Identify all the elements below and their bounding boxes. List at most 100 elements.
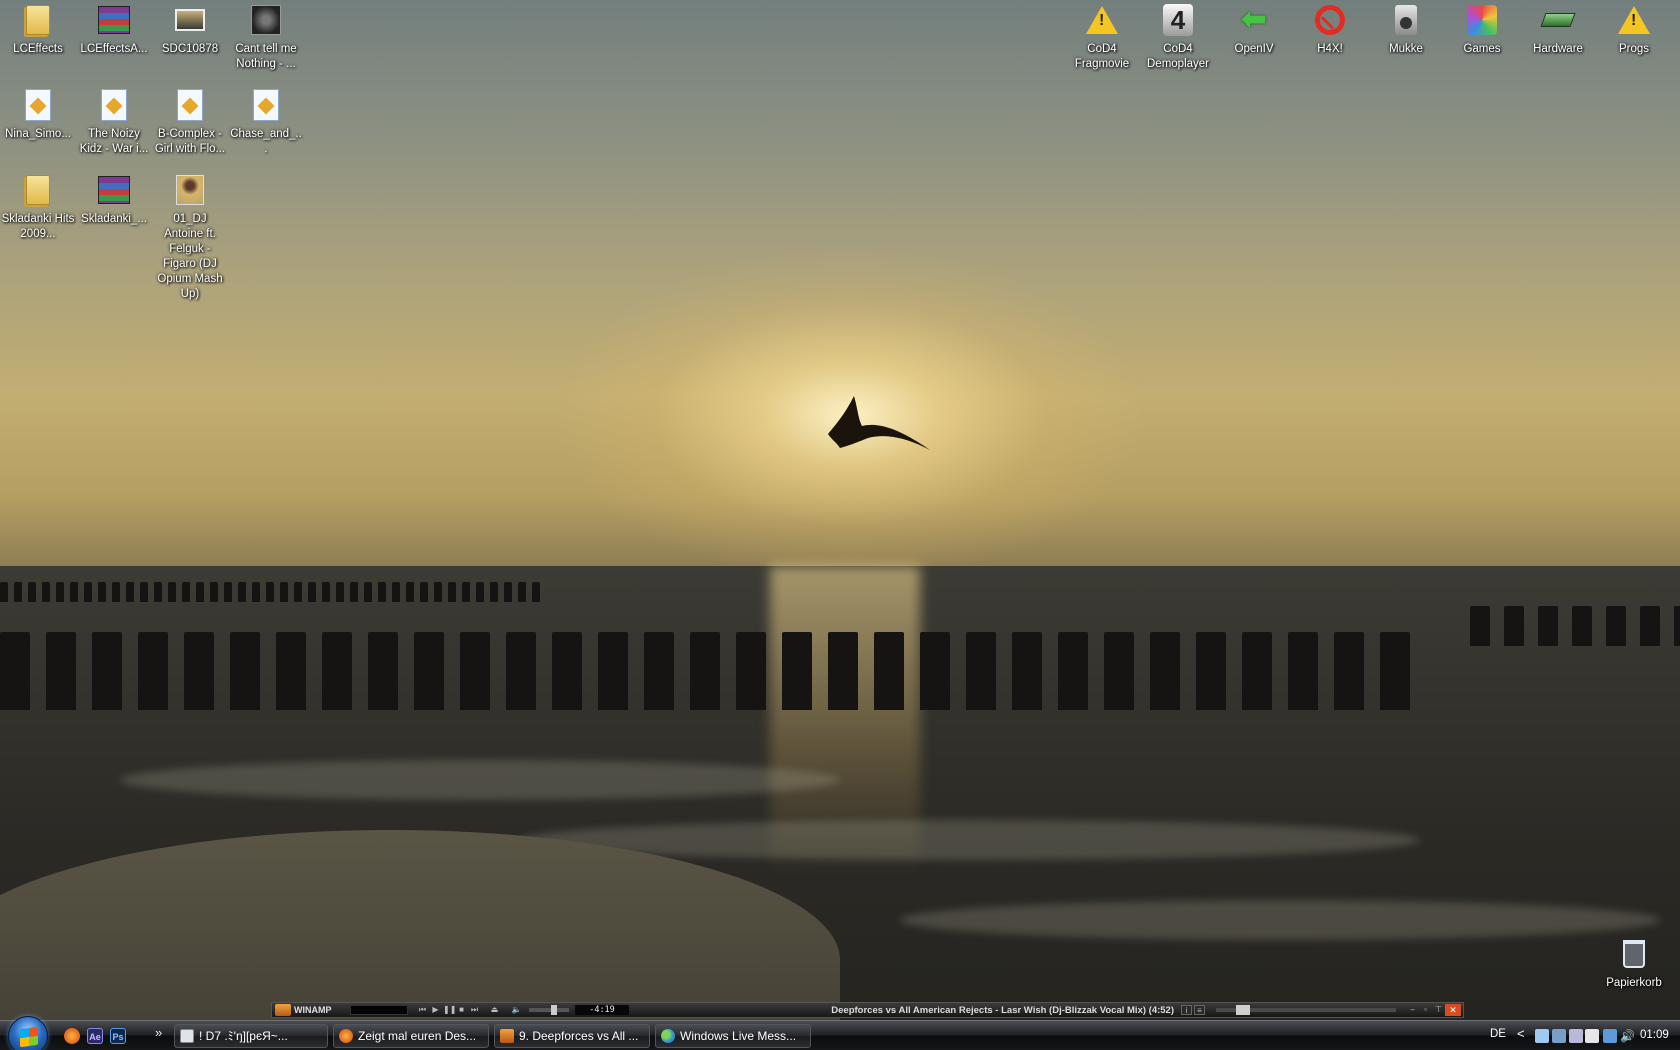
taskbar-button-winamp[interactable]: 9. Deepforces vs All ...	[494, 1024, 650, 1048]
winamp-pause-button[interactable]: ❚❚	[443, 1005, 456, 1015]
desktop-icon-label: CoD4 Demoplayer	[1147, 43, 1209, 70]
taskbar-button-firefox[interactable]: Zeigt mal euren Des...	[333, 1024, 489, 1048]
groyne-post	[266, 582, 274, 602]
speaker-icon	[1388, 2, 1424, 38]
desktop-icon[interactable]: 01_DJ Antoine ft. Felguk - Figaro (DJ Op…	[152, 170, 228, 302]
groyne-post	[364, 582, 372, 602]
language-indicator[interactable]: DE	[1490, 1028, 1506, 1040]
winamp-stop-button[interactable]: ■	[456, 1005, 467, 1015]
winamp-library-button[interactable]: ≡	[1194, 1005, 1205, 1015]
groyne-post	[874, 632, 904, 710]
winamp-title: WINAMP	[294, 1005, 332, 1015]
winamp-windowshade-bar[interactable]: WINAMP ⏮ ▶ ❚❚ ■ ⏭ ⏏ 🔈 -4:19 Deepforces v…	[271, 1002, 1464, 1018]
groyne-post	[1058, 632, 1088, 710]
winamp-visualizer[interactable]	[350, 1005, 408, 1015]
photoshop-icon[interactable]: Ps	[110, 1028, 126, 1044]
volume-tray-icon[interactable]: 🔊	[1620, 1029, 1635, 1043]
taskbar-button-label: Zeigt mal euren Des...	[358, 1029, 477, 1043]
winamp-track-title[interactable]: Deepforces vs All American Rejects - Las…	[629, 1005, 1180, 1016]
groyne-post	[0, 632, 30, 710]
desktop-icon-label: Mukke	[1389, 43, 1423, 55]
desktop-icon[interactable]: Skladanki_...	[76, 170, 152, 227]
desktop-icon-label: Nina_Simo...	[5, 128, 71, 140]
groyne-post	[196, 582, 204, 602]
groyne-post	[828, 632, 858, 710]
desktop-icon-label: LCEffectsA...	[80, 43, 148, 55]
portrait-image-icon	[172, 172, 208, 208]
desktop-icon[interactable]: ⬅ OpenIV	[1216, 0, 1292, 57]
desktop-icon[interactable]: LCEffectsA...	[76, 0, 152, 57]
winamp-volume-slider[interactable]	[529, 1005, 569, 1015]
warning-icon	[1616, 2, 1652, 38]
groyne-post	[1538, 606, 1558, 646]
start-button[interactable]	[8, 1016, 48, 1050]
no-entry-icon	[1312, 2, 1348, 38]
recycle-bin-label: Papierkorb	[1606, 977, 1662, 989]
desktop-icon[interactable]: CoD4 Fragmovie	[1064, 0, 1140, 72]
winamp-shade-button[interactable]: ⊤	[1433, 1005, 1444, 1015]
network-tray-icon[interactable]	[1552, 1029, 1566, 1043]
groyne-post	[1334, 632, 1364, 710]
winamp-close-button[interactable]: ✕	[1445, 1004, 1461, 1016]
window-icon	[180, 1029, 194, 1043]
display-tray-icon[interactable]	[1585, 1029, 1599, 1043]
folder-icon	[20, 2, 56, 38]
winamp-minimize-button[interactable]: –	[1407, 1005, 1418, 1015]
headset-tray-icon[interactable]	[1569, 1029, 1583, 1043]
safely-remove-tray-icon[interactable]	[1603, 1029, 1617, 1043]
desktop-icon[interactable]: Progs	[1596, 0, 1672, 57]
taskbar-button-label: 9. Deepforces vs All ...	[519, 1029, 639, 1043]
firefox-icon[interactable]	[64, 1028, 80, 1044]
groyne-post	[420, 582, 428, 602]
groyne-post	[1572, 606, 1592, 646]
desktop-icon-label: Skladanki Hits 2009...	[1, 213, 75, 240]
desktop-icon[interactable]: B-Complex - Girl with Flo...	[152, 85, 228, 157]
groyne-post	[552, 632, 582, 710]
taskbar-button-window[interactable]: ! D7 .ﾐ'ŋ][pєЯ~...	[174, 1024, 328, 1048]
desktop-icon[interactable]: Cant tell me Nothing - ...	[228, 0, 304, 72]
desktop-icon[interactable]: Skladanki Hits 2009...	[0, 170, 76, 242]
winamp-time-display[interactable]: -4:19	[575, 1005, 629, 1015]
groyne-post	[184, 632, 214, 710]
recycle-bin[interactable]: Papierkorb	[1596, 934, 1672, 991]
album-art-icon	[248, 2, 284, 38]
wallpaper-wave-foam	[900, 900, 1660, 940]
quick-launch-overflow-icon[interactable]: »	[155, 1025, 162, 1040]
groyne-post	[112, 582, 120, 602]
groyne-post	[434, 582, 442, 602]
system-clock[interactable]: 01:09	[1640, 1029, 1669, 1041]
desktop-icon[interactable]: Chase_and_...	[228, 85, 304, 157]
winamp-info-button[interactable]: i	[1181, 1005, 1192, 1015]
groyne-post	[336, 582, 344, 602]
desktop-icon[interactable]: SDC10878	[152, 0, 228, 57]
desktop-icon[interactable]: Nina_Simo...	[0, 85, 76, 142]
groyne-post	[56, 582, 64, 602]
desktop-icon[interactable]: LCEffects	[0, 0, 76, 57]
desktop-icon[interactable]: 4 CoD4 Demoplayer	[1140, 0, 1216, 72]
messenger-tray-icon[interactable]	[1535, 1029, 1549, 1043]
show-hidden-icons-chevron[interactable]: <	[1517, 1026, 1525, 1041]
desktop-icon-label: Chase_and_...	[230, 128, 302, 155]
desktop-icon[interactable]: Hardware	[1520, 0, 1596, 57]
winamp-eject-button[interactable]: ⏏	[489, 1005, 500, 1015]
desktop-icon-label: 01_DJ Antoine ft. Felguk - Figaro (DJ Op…	[157, 213, 223, 300]
winamp-play-button[interactable]: ▶	[430, 1005, 441, 1015]
desktop-wallpaper	[0, 0, 1680, 1050]
groyne-post	[42, 582, 50, 602]
winamp-logo-icon[interactable]	[275, 1004, 291, 1016]
winamp-next-button[interactable]: ⏭	[469, 1005, 480, 1015]
taskbar-button-messenger[interactable]: Windows Live Mess...	[655, 1024, 811, 1048]
desktop-icon[interactable]: The Noizy Kidz - War i...	[76, 85, 152, 157]
winamp-seek-bar[interactable]	[1216, 1005, 1396, 1015]
desktop-icon[interactable]: Games	[1444, 0, 1520, 57]
winamp-restore-button[interactable]: ▫	[1420, 1005, 1431, 1015]
groyne-post	[598, 632, 628, 710]
desktop-icon[interactable]: H4X!	[1292, 0, 1368, 57]
groyne-post	[460, 632, 490, 710]
groyne-post	[322, 582, 330, 602]
after-effects-icon[interactable]: Ae	[87, 1028, 103, 1044]
desktop-icon[interactable]: Mukke	[1368, 0, 1444, 57]
winrar-archive-icon	[96, 2, 132, 38]
groyne-post	[350, 582, 358, 602]
winamp-previous-button[interactable]: ⏮	[417, 1005, 428, 1015]
